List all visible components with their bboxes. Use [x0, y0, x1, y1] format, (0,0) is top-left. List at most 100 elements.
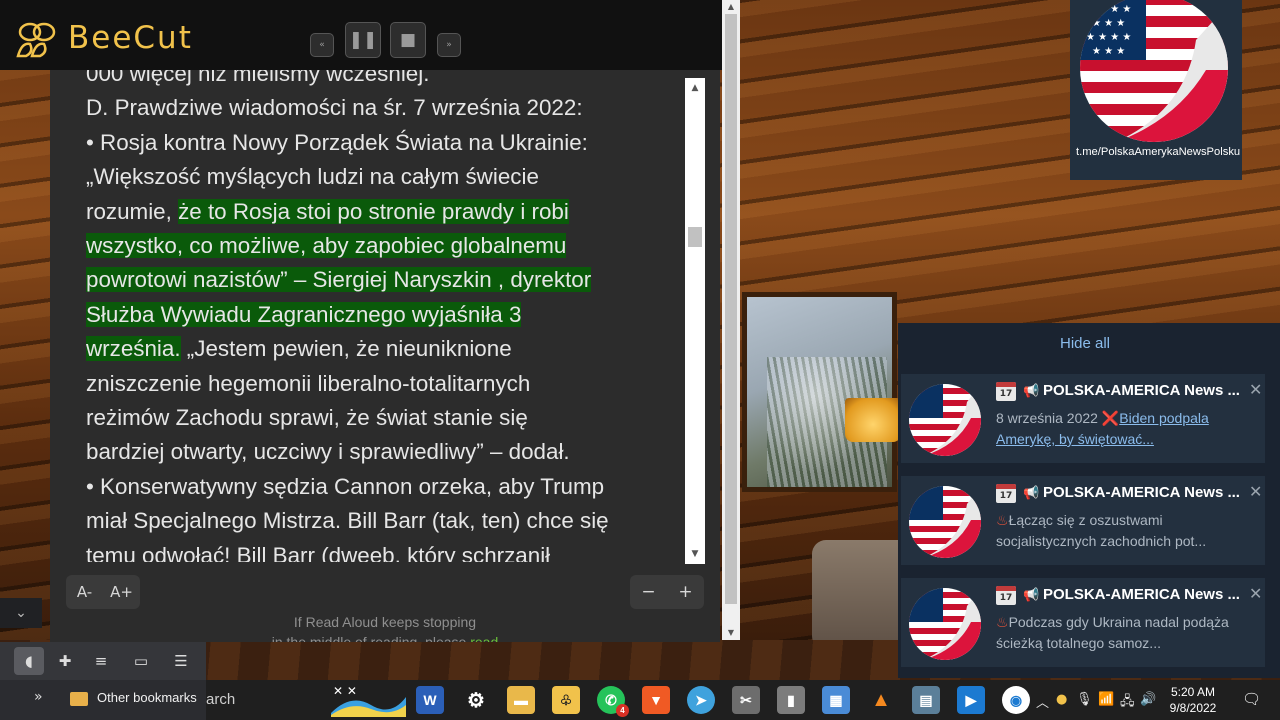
telegram-icon[interactable]: ➤ — [687, 686, 715, 714]
calendar-icon: 17 — [996, 586, 1016, 605]
speed-decrease-button[interactable]: − — [630, 582, 667, 602]
bookmarks-overflow-button[interactable]: » — [34, 689, 43, 705]
beecut-app-icon[interactable]: ♧ — [552, 686, 580, 714]
notification-date: 8 września 2022 — [996, 410, 1102, 426]
hide-all-button[interactable]: Hide all — [898, 323, 1272, 365]
megaphone-icon: 📢 — [1023, 588, 1040, 603]
text-segment: „Jestem pewien, że nieuniknione — [180, 336, 512, 362]
clock[interactable]: 5:20 AM 9/8/2022 — [1158, 684, 1228, 716]
text-line: reżimów Zachodu sprawi, że świat stanie … — [86, 405, 528, 431]
channel-avatar-icon — [909, 384, 981, 456]
text-line: zniszczenie hegemonii liberalno-totalita… — [86, 370, 531, 396]
photos-icon[interactable]: ▦ — [822, 686, 850, 714]
weather-widget-icon[interactable]: ✕ ✕ — [331, 683, 406, 717]
text-line: • Konserwatywny sędzia Cannon orzeka, ab… — [86, 473, 605, 499]
font-increase-button[interactable]: A+ — [103, 583, 140, 601]
close-icon[interactable]: ✕ — [1249, 380, 1262, 399]
font-decrease-button[interactable]: A- — [66, 583, 103, 601]
notification-text: Łącząc się z oszustwami socjalistycznych… — [996, 512, 1207, 549]
stop-recording-button[interactable]: ■ — [390, 22, 426, 58]
read-aloud-text-viewport[interactable]: 000 więcej niż mieliśmy wcześniej. D. Pra… — [86, 70, 706, 562]
extensions-puzzle-icon[interactable]: ✚ — [50, 647, 80, 675]
read-aloud-popup: 000 więcej niż mieliśmy wcześniej. D. Pra… — [50, 70, 720, 642]
other-bookmarks-folder[interactable]: Other bookmarks — [97, 690, 197, 705]
text-line: miał Specjalnego Mistrza. Bill Barr (tak… — [86, 508, 609, 534]
scroll-down-arrow-icon[interactable]: ▼ — [685, 546, 705, 562]
text-line: Służba Wywiadu Zagranicznego wyjaśniła 3 — [86, 298, 676, 332]
close-icon[interactable]: ✕ — [1249, 482, 1262, 501]
scrollbar-thumb[interactable] — [688, 227, 702, 247]
notification-card[interactable]: 17 📢 POLSKA-AMERICA News ... ✕ ♨Łącząc s… — [901, 473, 1265, 565]
scrollbar-thumb[interactable] — [725, 14, 737, 604]
rewind-button[interactable]: « — [310, 33, 334, 57]
speed-increase-button[interactable]: + — [667, 582, 704, 602]
tray-overflow-icon[interactable]: ︿ — [1036, 692, 1049, 711]
channel-avatar-icon — [909, 588, 981, 660]
usb-device-icon[interactable]: ▮ — [777, 686, 805, 714]
whatsapp-badge: 4 — [616, 704, 629, 717]
whatsapp-icon[interactable]: ✆ 4 — [597, 686, 629, 717]
notification-title: POLSKA-AMERICA News ... — [1043, 484, 1239, 501]
forward-button[interactable]: » — [437, 33, 461, 57]
text-line: powrotowi nazistów” – Siergiej Naryszkin… — [86, 263, 676, 297]
read-aloud-hint: If Read Aloud keeps stopping in the midd… — [230, 612, 540, 642]
chevron-down-icon[interactable]: ⌄ — [0, 598, 42, 628]
text-line: rozumie, że to Rosja stoi po stronie pra… — [86, 195, 676, 229]
window-scrollbar[interactable]: ▲ ▼ — [722, 0, 740, 640]
highlighted-sentence: powrotowi nazistów” – Siergiej Naryszkin… — [86, 267, 592, 293]
clock-time: 5:20 AM — [1170, 685, 1216, 699]
beecut-tray-icon[interactable]: ● — [1056, 692, 1067, 707]
scroll-up-arrow-icon[interactable]: ▲ — [722, 0, 740, 14]
scroll-up-arrow-icon[interactable]: ▲ — [685, 80, 705, 96]
file-explorer-icon[interactable]: ▬ — [507, 686, 535, 714]
settings-gear-icon[interactable]: ⚙ — [462, 686, 490, 714]
microphone-icon[interactable]: 🎙 — [1076, 692, 1093, 707]
text-line: września. „Jestem pewien, że nieuniknion… — [86, 332, 676, 366]
text-scrollbar[interactable]: ▲ ▼ — [685, 78, 705, 564]
highlighted-sentence: że to Rosja stoi po stronie prawdy i rob… — [178, 198, 569, 224]
notification-body: ♨Łącząc się z oszustwami socjalistycznyc… — [996, 510, 1246, 552]
playlist-icon[interactable]: ≡ — [86, 647, 116, 675]
taskbar-search[interactable]: arch — [206, 680, 326, 720]
scroll-down-arrow-icon[interactable]: ▼ — [722, 626, 740, 640]
chrome-icon[interactable]: ◉ — [1002, 686, 1030, 714]
screen-recorder-icon[interactable]: ✂ — [732, 686, 760, 714]
extension-toolbar: ◖ ✚ ≡ ▭ ☰ — [0, 642, 206, 680]
hint-line: If Read Aloud keeps stopping — [293, 614, 477, 630]
notification-card[interactable]: 17 📢 POLSKA-AMERICA News ... ✕ ♨Podczas … — [901, 575, 1265, 667]
menu-icon[interactable]: ☰ — [166, 647, 196, 675]
notification-card[interactable]: 17 📢 POLSKA-AMERICA News ... ✕ 8 wrześni… — [901, 371, 1265, 463]
notification-title: POLSKA-AMERICA News ... — [1043, 382, 1239, 399]
wallet-icon[interactable]: ▭ — [126, 647, 156, 675]
volume-icon[interactable]: 🔊 — [1140, 692, 1156, 707]
notes-app-icon[interactable]: ▤ — [912, 686, 940, 714]
highlighted-sentence: Służba Wywiadu Zagranicznego wyjaśniła 3 — [86, 301, 522, 327]
cross-mark-icon: ❌ — [1101, 410, 1120, 426]
hint-line: in the middle of reading, please read — [230, 632, 540, 642]
wifi-icon[interactable]: 📶 — [1098, 692, 1114, 707]
notification-center-icon[interactable]: 🗨 — [1242, 690, 1262, 710]
pause-recording-button[interactable]: ❚❚ — [345, 22, 381, 58]
vlc-icon[interactable]: ▲ — [867, 686, 895, 714]
close-icon[interactable]: ✕ — [1249, 584, 1262, 603]
svg-text:★ ★ ★ ★: ★ ★ ★ ★ — [1086, 4, 1131, 15]
text-line: wszystko, co możliwe, aby zapobiec globa… — [86, 229, 676, 263]
media-player-icon[interactable]: ▶ — [957, 686, 985, 714]
speed-controls: − + — [630, 575, 704, 609]
brave-browser-icon[interactable]: ▼ — [642, 686, 670, 714]
network-icon[interactable]: 🖧 — [1120, 692, 1135, 714]
bee-logo-icon — [16, 22, 56, 58]
notification-text: Podczas gdy Ukraina nadal podąża ścieżką… — [996, 614, 1229, 651]
telegram-channel-widget[interactable]: ★ ★ ★ ★ ★ ★ ★ ★ ★ ★ ★ ★ ★ ★ t.me/PolskaAme… — [1070, 0, 1242, 180]
word-app-icon[interactable]: W — [416, 686, 444, 714]
telegram-channel-url[interactable]: t.me/PolskaAmerykaNewsPolsku — [1076, 144, 1242, 160]
highlighted-sentence: września. — [86, 336, 181, 362]
system-tray: ︿ ● 🎙 📶 🖧 🔊 — [1036, 680, 1156, 720]
channel-avatar-icon — [909, 486, 981, 558]
hint-read-link[interactable]: read — [470, 634, 498, 642]
svg-text:✕ ✕: ✕ ✕ — [333, 684, 357, 698]
read-aloud-extension-icon[interactable]: ◖ — [14, 647, 44, 675]
folder-icon — [70, 692, 88, 706]
notification-body: ♨Podczas gdy Ukraina nadal podąża ścieżk… — [996, 612, 1246, 654]
megaphone-icon: 📢 — [1023, 486, 1040, 501]
